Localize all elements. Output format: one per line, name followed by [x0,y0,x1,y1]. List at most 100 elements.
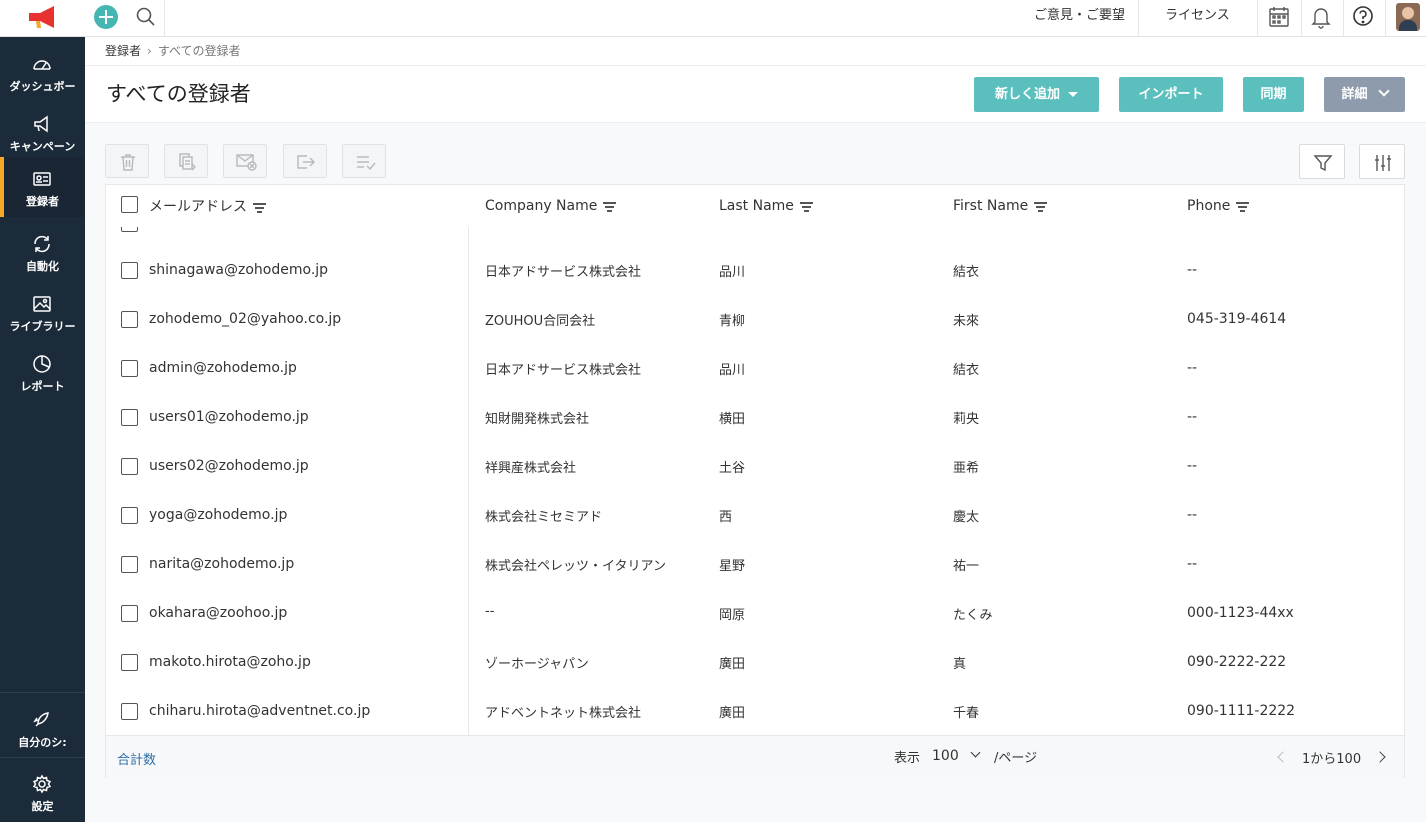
sort-icon [1034,202,1048,212]
quick-add-button[interactable] [94,5,118,29]
cell-email[interactable]: zohodemo_02@yahoo.co.jp [149,311,341,327]
user-avatar[interactable] [1396,3,1420,31]
cell-company: 株式会社ミセミアド [485,510,603,525]
export-arrow-icon [297,155,315,169]
cell-email[interactable]: yoga@zohodemo.jp [149,507,287,523]
app-logo[interactable] [0,0,85,37]
unsubscribe-button[interactable] [223,144,267,178]
topbar-divider [1385,0,1386,37]
calendar-icon[interactable] [1268,5,1290,29]
move-button[interactable] [283,144,327,178]
previous-page-icon[interactable] [1277,751,1289,763]
column-header-last-name[interactable]: Last Name [719,198,813,214]
row-checkbox[interactable] [121,409,138,426]
row-checkbox[interactable] [121,556,138,573]
sidebar-item-campaigns[interactable]: キャンペーン [0,102,85,162]
cell-company: 株式会社ペレッツ・イタリアン [485,559,666,574]
cell-first-name: 未來 [953,314,980,329]
row-checkbox[interactable] [121,360,138,377]
cell-email[interactable]: users02@zohodemo.jp [149,458,309,474]
filter-funnel-icon [1313,155,1333,172]
per-page-label: 表示 [894,751,921,766]
sidebar-item-label: 登録者 [26,195,59,208]
sidebar-item-label: ライブラリー [9,320,76,333]
import-button[interactable]: インポート [1119,77,1223,112]
cell-company: 日本アドサービス株式会社 [485,363,642,378]
cell-email[interactable]: narita@zohodemo.jp [149,556,294,572]
table-row[interactable]: chiharu.hirota@adventnet.co.jp アドベントネット株… [106,686,1404,735]
table-row[interactable]: admin@zohodemo.jp 日本アドサービス株式会社 品川 結衣 -- [106,343,1404,392]
chevron-down-icon [1377,85,1390,97]
sidebar-item-my-space[interactable]: 自分のシ: [0,698,85,758]
sidebar-divider [0,692,85,693]
table-row[interactable]: zohodemo_02@yahoo.co.jp ZOUHOU合同会社 青柳 未來… [106,294,1404,343]
sidebar-item-label: 設定 [31,800,54,813]
table-row[interactable]: yoga@zohodemo.jp 株式会社ミセミアド 西 慶太 -- [106,490,1404,539]
filter-button[interactable] [1299,144,1345,179]
top-bar: ご意見・ご要望 ライセンス [85,0,1426,37]
column-header-phone[interactable]: Phone [1187,198,1250,214]
bulk-action-button[interactable] [342,144,386,178]
contact-card-icon [33,172,51,186]
table-row[interactable]: shinagawa@zohodemo.jp 日本アドサービス株式会社 品川 結衣… [106,245,1404,294]
sidebar-item-label: キャンペーン [9,140,76,153]
table-row[interactable]: narita@zohodemo.jp 株式会社ペレッツ・イタリアン 星野 祐一 … [106,539,1404,588]
sidebar-item-dashboard[interactable]: ダッシュボー [0,42,85,102]
per-page-select[interactable]: 100 [932,748,959,764]
sort-icon [603,202,617,212]
license-link[interactable]: ライセンス [1165,0,1230,37]
table-row[interactable]: users01@zohodemo.jp 知財開発株式会社 横田 莉央 -- [106,392,1404,441]
cell-email[interactable]: admin@zohodemo.jp [149,360,297,376]
row-checkbox[interactable] [121,605,138,622]
cell-first-name: たくみ [953,608,993,623]
row-checkbox[interactable] [121,262,138,279]
cell-phone: 045-319-4614 [1187,311,1287,327]
search-icon[interactable] [135,6,157,28]
topbar-divider [1257,0,1258,37]
next-page-icon[interactable] [1374,751,1386,763]
notification-bell-icon[interactable] [1310,5,1332,29]
cell-phone: 090-2222-222 [1187,654,1287,670]
copy-to-list-button[interactable] [164,144,208,178]
automation-cycle-icon [34,235,50,253]
feedback-link[interactable]: ご意見・ご要望 [1034,0,1125,37]
breadcrumb-current: すべての登録者 [157,44,241,58]
column-settings-button[interactable] [1359,144,1405,179]
row-checkbox[interactable] [121,311,138,328]
column-header-email[interactable]: メールアドレス [149,196,266,216]
sidebar-item-library[interactable]: ライブラリー [0,282,85,342]
column-header-first-name[interactable]: First Name [953,198,1048,214]
sidebar-item-contacts[interactable]: 登録者 [0,157,85,217]
sort-icon [253,203,266,213]
table-row[interactable]: makoto.hirota@zoho.jp ゾーホージャパン 廣田 真 090-… [106,637,1404,686]
page-range: 1から100 [1302,752,1362,767]
cell-email[interactable]: makoto.hirota@zoho.jp [149,654,311,670]
cell-company: 日本アドサービス株式会社 [485,265,642,280]
details-dropdown-button[interactable]: 詳細 [1324,77,1405,112]
table-row[interactable]: users02@zohodemo.jp 祥興産株式会社 土谷 亜希 -- [106,441,1404,490]
sidebar-item-reports[interactable]: レポート [0,342,85,402]
delete-button[interactable] [105,144,149,178]
cell-email[interactable]: okahara@zoohoo.jp [149,605,287,621]
row-checkbox[interactable] [121,654,138,671]
cell-phone: -- [1187,360,1198,376]
row-checkbox [121,227,138,232]
sync-button[interactable]: 同期 [1243,77,1304,112]
column-header-company[interactable]: Company Name [485,198,617,214]
table-row[interactable]: okahara@zoohoo.jp -- 岡原 たくみ 000-1123-44x… [106,588,1404,637]
row-checkbox[interactable] [121,507,138,524]
add-new-button[interactable]: 新しく追加 [974,77,1099,112]
chevron-down-icon[interactable] [970,747,981,758]
row-checkbox[interactable] [121,703,138,720]
help-icon[interactable] [1351,5,1375,29]
select-all-checkbox[interactable] [121,196,138,213]
cell-email[interactable]: users01@zohodemo.jp [149,409,309,425]
sidebar-item-settings[interactable]: 設定 [0,762,85,822]
total-count-link[interactable]: 合計数 [117,749,156,768]
breadcrumb-parent[interactable]: 登録者 [105,44,141,58]
cell-email[interactable]: chiharu.hirota@adventnet.co.jp [149,703,370,719]
cell-last-name: 岡原 [719,608,746,623]
cell-email[interactable]: shinagawa@zohodemo.jp [149,262,328,278]
sidebar-item-automation[interactable]: 自動化 [0,222,85,282]
row-checkbox[interactable] [121,458,138,475]
